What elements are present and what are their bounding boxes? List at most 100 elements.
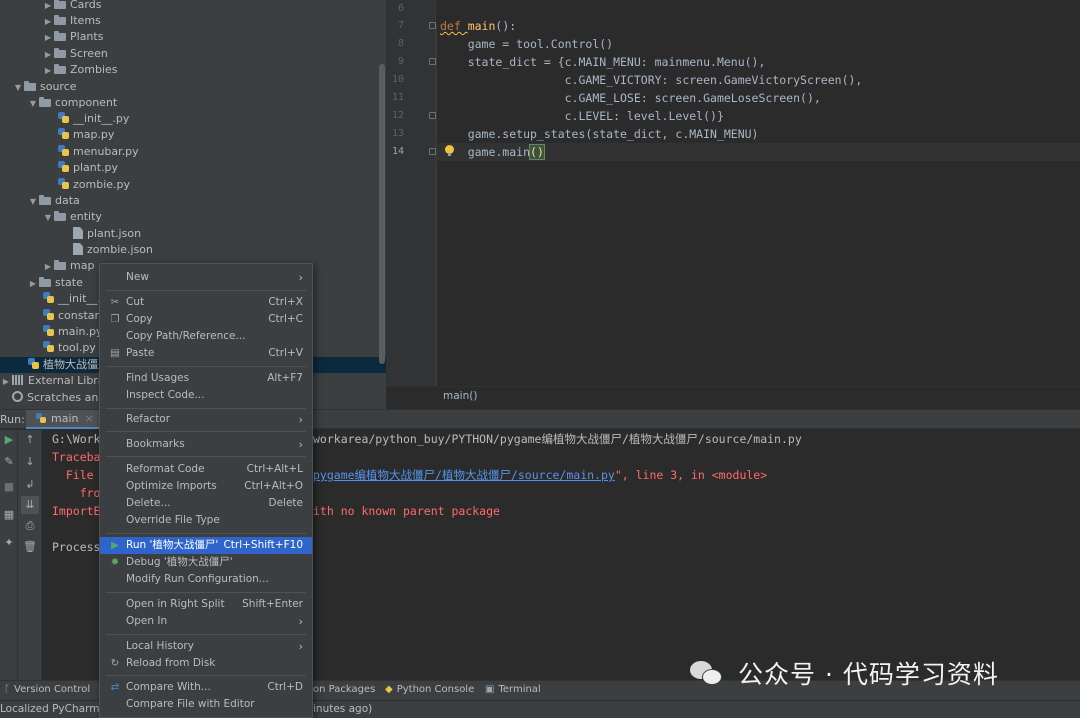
tree-item-label: data xyxy=(55,194,80,207)
menu-item-refactor[interactable]: Refactor › xyxy=(100,411,312,428)
menu-item-compare-file-with-editor[interactable]: Compare File with Editor xyxy=(100,696,312,713)
close-icon[interactable]: × xyxy=(84,412,93,425)
tree-item-entity[interactable]: ▼ entity xyxy=(42,209,102,225)
menu-label: Open In xyxy=(126,615,168,627)
menu-item-open-in[interactable]: Open In › xyxy=(100,613,312,630)
breadcrumb[interactable]: main() xyxy=(443,390,477,402)
tree-item-file[interactable]: zombie.json xyxy=(73,242,153,258)
tree-item-map[interactable]: ▶ map xyxy=(42,258,95,275)
menu-shortcut: Ctrl+D xyxy=(267,681,303,693)
stop-icon[interactable]: ■ xyxy=(0,478,18,496)
tree-item-label: Plants xyxy=(70,30,104,43)
tree-item-label: zombie.py xyxy=(73,178,131,191)
tree-item-component[interactable]: ▼ component xyxy=(27,95,117,111)
code-keyword: def xyxy=(440,19,468,33)
wrench-icon[interactable]: ✎ xyxy=(0,453,18,471)
menu-item-delete[interactable]: Delete... Delete xyxy=(100,495,312,512)
python-console-button[interactable]: ◆ Python Console xyxy=(385,684,474,695)
menu-item-local-history[interactable]: Local History › xyxy=(100,638,312,655)
code-text: game.main xyxy=(440,145,531,159)
menu-item-override-file-type[interactable]: Override File Type xyxy=(100,512,312,529)
tree-item-file[interactable]: tool.py xyxy=(43,340,96,356)
menu-item-find-usages[interactable]: Find Usages Alt+F7 xyxy=(100,370,312,387)
arrow-up-icon[interactable]: ↑ xyxy=(21,431,39,449)
tree-item-file[interactable]: menubar.py xyxy=(58,144,139,160)
tree-item-file[interactable]: plant.json xyxy=(73,226,141,242)
menu-item-reload-from-disk[interactable]: ↻ Reload from Disk xyxy=(100,655,312,672)
chevron-right-icon[interactable]: ▶ xyxy=(27,276,39,292)
tree-item-label: map xyxy=(70,259,95,272)
tree-item-items[interactable]: ▶ Items xyxy=(42,13,101,29)
menu-item-bookmarks[interactable]: Bookmarks › xyxy=(100,436,312,453)
chevron-right-icon[interactable]: ▶ xyxy=(42,259,54,275)
python-packages-button[interactable]: on Packages xyxy=(313,684,375,695)
menu-item-copy-path[interactable]: Copy Path/Reference... xyxy=(100,328,312,345)
menu-item-new[interactable]: New › xyxy=(100,269,312,286)
chevron-right-icon[interactable]: ▶ xyxy=(42,14,54,30)
tree-item-file[interactable]: map.py xyxy=(58,127,114,143)
tree-item-state[interactable]: ▶ state xyxy=(27,275,83,291)
tree-item-file[interactable]: zombie.py xyxy=(58,177,130,193)
chevron-down-icon[interactable]: ▼ xyxy=(27,194,39,210)
chevron-right-icon[interactable]: ▶ xyxy=(42,0,54,14)
menu-item-debug[interactable]: ✹ Debug '植物大战僵尸' xyxy=(100,554,312,571)
chevron-right-icon[interactable]: ▶ xyxy=(42,47,54,63)
pin-icon[interactable]: ✦ xyxy=(0,534,18,552)
menu-item-optimize-imports[interactable]: Optimize Imports Ctrl+Alt+O xyxy=(100,478,312,495)
menu-item-cut[interactable]: ✂ Cut Ctrl+X xyxy=(100,294,312,311)
wechat-icon xyxy=(688,657,728,689)
print-icon[interactable]: ⎙ xyxy=(21,517,39,535)
tree-item-file[interactable]: plant.py xyxy=(58,160,118,176)
rerun-icon[interactable]: ▶ xyxy=(0,431,18,449)
fold-marker-icon[interactable] xyxy=(429,148,436,155)
tree-item-screen[interactable]: ▶ Screen xyxy=(42,46,108,62)
chevron-right-icon[interactable]: ▶ xyxy=(0,374,12,390)
menu-item-run[interactable]: ▶ Run '植物大战僵尸' Ctrl+Shift+F10 xyxy=(100,537,312,554)
menu-item-copy[interactable]: ❐ Copy Ctrl+C xyxy=(100,311,312,328)
tree-item-file[interactable]: main.py xyxy=(43,324,102,340)
menu-item-inspect-code[interactable]: Inspect Code... xyxy=(100,387,312,404)
line-number: 10 xyxy=(391,74,404,85)
chevron-down-icon[interactable]: ▼ xyxy=(12,80,24,96)
menu-label: New xyxy=(126,271,149,283)
code-editor[interactable]: 6 7 8 9 10 11 12 13 14 def main(): game … xyxy=(386,0,1080,406)
watermark: 公众号 · 代码学习资料 xyxy=(688,655,999,691)
traceback-file-link[interactable]: pygame编植物大战僵尸/植物大战僵尸/source/main.py xyxy=(313,468,615,482)
chevron-down-icon[interactable]: ▼ xyxy=(42,210,54,226)
fold-marker-icon[interactable] xyxy=(429,58,436,65)
tree-item-file[interactable]: __init__.py xyxy=(58,111,129,127)
tree-item-label: plant.json xyxy=(87,227,142,240)
fold-marker-icon[interactable] xyxy=(429,112,436,119)
menu-separator xyxy=(106,634,306,635)
menu-item-compare-with[interactable]: ⇄ Compare With... Ctrl+D xyxy=(100,679,312,696)
chevron-right-icon[interactable]: ▶ xyxy=(42,30,54,46)
tree-item-cards[interactable]: ▶ Cards xyxy=(42,0,101,13)
line-number: 9 xyxy=(397,56,404,67)
soft-wrap-icon[interactable]: ↲ xyxy=(21,476,39,494)
layout-icon[interactable]: ▦ xyxy=(0,506,18,524)
tree-item-plants[interactable]: ▶ Plants xyxy=(42,29,104,46)
chevron-down-icon[interactable]: ▼ xyxy=(27,96,39,112)
menu-item-reformat-code[interactable]: Reformat Code Ctrl+Alt+L xyxy=(100,461,312,478)
code-line: game.setup_states(state_dict, c.MAIN_MEN… xyxy=(440,127,759,141)
run-tab-main[interactable]: main × xyxy=(26,410,100,429)
menu-label: Find Usages xyxy=(126,372,190,384)
line-number: 13 xyxy=(391,128,404,139)
scroll-to-end-icon[interactable]: ⇊ xyxy=(21,496,39,514)
menu-label: Bookmarks xyxy=(126,438,185,450)
terminal-button[interactable]: ▣ Terminal xyxy=(485,684,541,695)
tree-scrollbar[interactable] xyxy=(379,64,385,364)
fold-marker-icon[interactable] xyxy=(429,22,436,29)
tree-item-data[interactable]: ▼ data xyxy=(27,193,80,209)
code-line: state_dict = {c.MAIN_MENU: mainmenu.Menu… xyxy=(440,55,766,69)
menu-item-modify-run-configuration[interactable]: Modify Run Configuration... xyxy=(100,571,312,588)
tree-item-zombies[interactable]: ▶ Zombies xyxy=(42,62,118,78)
version-control-button[interactable]: ᚴ Version Control xyxy=(4,684,90,695)
arrow-down-icon[interactable]: ↓ xyxy=(21,453,39,471)
trash-icon[interactable]: 🗑 xyxy=(21,538,39,556)
menu-item-paste[interactable]: ▤ Paste Ctrl+V xyxy=(100,345,312,362)
menu-item-open-right-split[interactable]: Open in Right Split Shift+Enter xyxy=(100,596,312,613)
line-gutter: 6 7 8 9 10 11 12 13 14 xyxy=(386,0,436,386)
chevron-right-icon[interactable]: ▶ xyxy=(42,63,54,79)
tree-item-source[interactable]: ▼ source xyxy=(12,79,77,95)
